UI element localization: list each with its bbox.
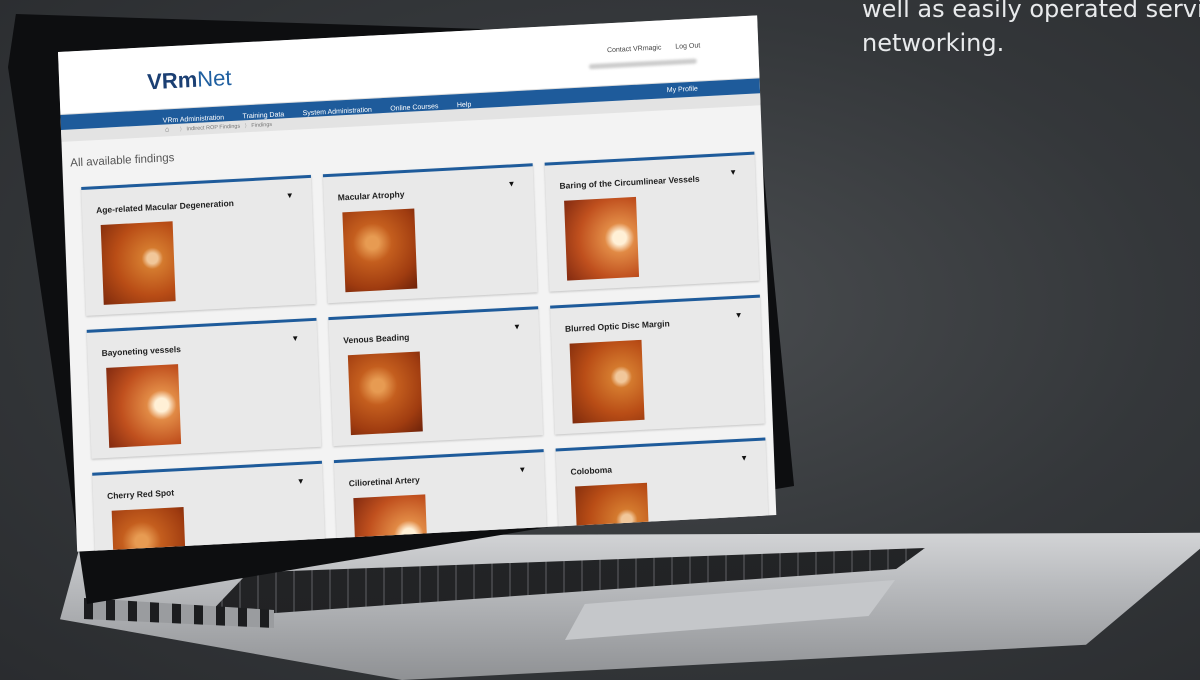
finding-name: Coloboma: [570, 464, 613, 477]
contact-link[interactable]: Contact VRmagic: [607, 44, 662, 54]
top-links: Contact VRmagic Log Out: [595, 42, 700, 55]
breadcrumb-separator: ⟩: [179, 126, 183, 133]
finding-card[interactable]: Bayoneting vessels ▼: [86, 317, 322, 459]
finding-name: Bayoneting vessels: [101, 343, 182, 359]
finding-name: Cherry Red Spot: [106, 487, 175, 501]
dropdown-triangle-icon[interactable]: ▼: [291, 334, 299, 343]
finding-card[interactable]: Macular Atrophy ▼: [322, 163, 538, 304]
nav-item-my-profile[interactable]: My Profile: [667, 82, 699, 99]
finding-name: Baring of the Circumlinear Vessels: [559, 173, 700, 191]
finding-card[interactable]: Baring of the Circumlinear Vessels ▼: [544, 151, 760, 292]
finding-name: Blurred Optic Disc Margin: [564, 318, 670, 334]
dropdown-triangle-icon[interactable]: ▼: [286, 191, 294, 200]
dropdown-triangle-icon[interactable]: ▼: [507, 179, 515, 188]
breadcrumb-item[interactable]: Indirect ROP Findings: [186, 124, 240, 133]
marketing-line: networking.: [862, 29, 1005, 57]
fundus-image: [106, 364, 182, 448]
fundus-image: [569, 339, 645, 424]
nav-item-help[interactable]: Help: [457, 101, 472, 109]
logout-link[interactable]: Log Out: [675, 42, 700, 50]
dropdown-triangle-icon[interactable]: ▼: [513, 322, 521, 331]
fundus-image: [564, 196, 640, 281]
dropdown-triangle-icon[interactable]: ▼: [518, 465, 526, 474]
fundus-image: [347, 351, 423, 436]
dropdown-triangle-icon[interactable]: ▼: [740, 453, 748, 462]
fundus-image: [342, 208, 418, 293]
finding-card[interactable]: Age-related Macular Degeneration ▼: [81, 174, 316, 316]
finding-name: Macular Atrophy: [337, 189, 405, 203]
marketing-text: well as easily operated service networki…: [862, 0, 1200, 60]
vrmnet-logo[interactable]: VRmNet: [147, 65, 232, 95]
blurred-user-info: [588, 58, 697, 70]
marketing-line: well as easily operated service: [862, 0, 1200, 23]
finding-card[interactable]: Cherry Red Spot ▼: [92, 460, 327, 552]
laptop-screen: VRmNet Contact VRmagic Log Out VRm Admin…: [58, 15, 777, 552]
dropdown-triangle-icon[interactable]: ▼: [729, 168, 737, 177]
finding-card[interactable]: Venous Beading ▼: [328, 306, 544, 447]
breadcrumb-separator: ⟩: [244, 123, 247, 130]
findings-grid: Age-related Macular Degeneration ▼ Macul…: [81, 151, 771, 552]
breadcrumb-item: Findings: [251, 121, 273, 129]
dropdown-triangle-icon[interactable]: ▼: [297, 477, 305, 486]
dropdown-triangle-icon[interactable]: ▼: [735, 311, 743, 320]
home-icon[interactable]: ⌂: [165, 126, 169, 133]
fundus-image: [100, 221, 176, 305]
finding-name: Age-related Macular Degeneration: [95, 197, 235, 216]
finding-card[interactable]: Blurred Optic Disc Margin ▼: [550, 294, 765, 435]
finding-name: Cilioretinal Artery: [348, 474, 420, 489]
fundus-image: [111, 507, 187, 552]
finding-name: Venous Beading: [343, 331, 410, 346]
